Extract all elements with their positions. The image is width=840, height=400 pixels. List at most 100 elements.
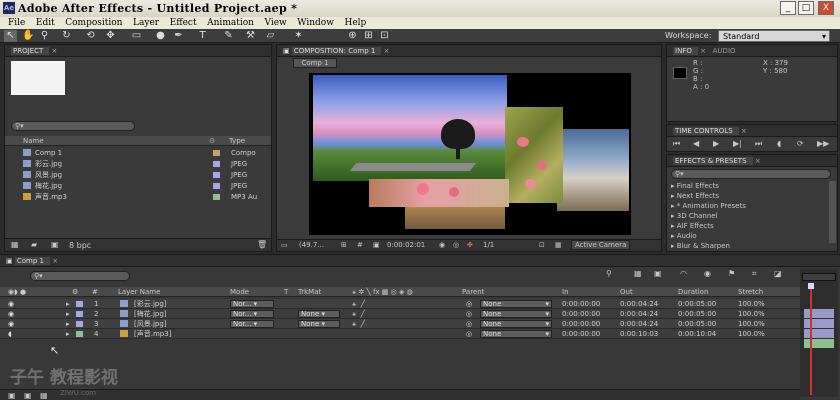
mode-dropdown[interactable]: Nor... ▾ xyxy=(230,310,274,318)
audio-icon[interactable]: ◖ xyxy=(777,138,781,150)
pickwhip-icon[interactable]: ◎ xyxy=(466,329,472,339)
label-color-swatch[interactable] xyxy=(76,301,83,307)
eye-icon[interactable]: ◉ xyxy=(8,319,14,329)
effects-search-input[interactable]: ⚲▾ xyxy=(671,169,831,179)
layer-in[interactable]: 0:00:00:00 xyxy=(562,309,600,319)
expand-transfer-controls-icon[interactable]: ▣ xyxy=(24,391,32,400)
draft-3d-icon[interactable]: ▦ xyxy=(634,269,642,278)
speaker-icon[interactable]: ◖ xyxy=(8,329,12,339)
expand-triangle-icon[interactable]: ▸ xyxy=(66,309,70,319)
layer-name[interactable]: [声音.mp3] xyxy=(134,329,171,339)
close-icon[interactable]: × xyxy=(741,127,747,135)
layer-name[interactable]: [风景.jpg] xyxy=(134,319,167,329)
layer-duration[interactable]: 0:00:05:00 xyxy=(678,299,716,309)
layer-stretch[interactable]: 100.0% xyxy=(738,309,765,319)
layer-in[interactable]: 0:00:00:00 xyxy=(562,299,600,309)
camera-view-dropdown[interactable]: Active Camera xyxy=(571,240,631,250)
channel-icon[interactable]: ✤ xyxy=(467,241,473,249)
workspace-dropdown[interactable]: Standard ▾ xyxy=(718,30,830,42)
resolution-dropdown[interactable]: 1/1 xyxy=(483,241,494,249)
maximize-button[interactable]: □ xyxy=(798,1,814,15)
comp-subtab[interactable]: Comp 1 xyxy=(293,58,337,68)
label-column-icon[interactable]: ⚙ xyxy=(72,287,78,297)
orbit-camera-tool-icon[interactable]: ⟲ xyxy=(84,30,97,42)
layer-bar-3[interactable] xyxy=(804,329,834,338)
column-type[interactable]: Type xyxy=(229,136,245,146)
expand-in-out-icon[interactable]: ▦ xyxy=(40,391,48,400)
effects-category[interactable]: ▸ Next Effects xyxy=(671,191,827,201)
close-icon[interactable]: × xyxy=(384,47,390,55)
tab-comp1[interactable]: Comp 1 xyxy=(14,257,50,265)
column-duration[interactable]: Duration xyxy=(678,287,708,297)
menu-effect[interactable]: Effect xyxy=(170,17,197,29)
layer-out[interactable]: 0:00:04:24 xyxy=(620,299,658,309)
text-tool-icon[interactable]: T xyxy=(196,30,209,42)
trkmat-dropdown[interactable]: None ▾ xyxy=(298,320,340,328)
label-color-swatch[interactable] xyxy=(76,331,83,337)
expand-layer-switches-icon[interactable]: ▣ xyxy=(8,391,16,400)
motion-blur-icon[interactable]: ◉ xyxy=(704,269,711,278)
mask-visibility-icon[interactable]: ▣ xyxy=(373,241,380,249)
label-color-swatch[interactable] xyxy=(213,150,220,156)
effects-scrollbar[interactable] xyxy=(829,181,836,243)
pickwhip-icon[interactable]: ◎ xyxy=(466,299,472,309)
layer-bar-1[interactable] xyxy=(804,309,834,318)
current-time-indicator[interactable] xyxy=(810,287,812,395)
effects-category[interactable]: ▸ Audio xyxy=(671,231,827,241)
safe-zones-icon[interactable]: ⊞ xyxy=(341,241,347,249)
selection-tool-icon[interactable]: ↖ xyxy=(4,30,17,42)
time-navigator[interactable] xyxy=(802,273,836,281)
eye-icon[interactable]: ◉ xyxy=(8,309,14,319)
brush-tool-icon[interactable]: ✎ xyxy=(222,30,235,42)
column-num[interactable]: # xyxy=(92,287,98,297)
switches[interactable]: ⚹ ╱ xyxy=(352,319,365,329)
layer-stretch[interactable]: 100.0% xyxy=(738,329,765,339)
minimize-button[interactable]: _ xyxy=(780,1,796,15)
project-item[interactable]: Comp 1 Compo xyxy=(5,148,271,158)
column-in[interactable]: In xyxy=(562,287,569,297)
layer-bar-4[interactable] xyxy=(804,339,834,348)
layer-name[interactable]: [彩云.jpg] xyxy=(134,299,167,309)
first-frame-icon[interactable]: ⏮ xyxy=(673,138,680,150)
parent-dropdown[interactable]: None ▾ xyxy=(480,300,552,308)
zoom-tool-icon[interactable]: ⚲ xyxy=(38,30,51,42)
pickwhip-icon[interactable]: ◎ xyxy=(466,319,472,329)
layer-in[interactable]: 0:00:00:00 xyxy=(562,319,600,329)
layer-in[interactable]: 0:00:00:00 xyxy=(562,329,600,339)
menu-view[interactable]: View xyxy=(264,17,286,29)
column-t[interactable]: T xyxy=(284,287,288,297)
column-out[interactable]: Out xyxy=(620,287,633,297)
trash-icon[interactable]: 🗑 xyxy=(257,240,267,249)
tab-time-controls[interactable]: TIME CONTROLS xyxy=(673,127,739,135)
layer-out[interactable]: 0:00:04:24 xyxy=(620,319,658,329)
project-item[interactable]: 梅花.jpg JPEG xyxy=(5,181,271,191)
always-preview-icon[interactable]: ▭ xyxy=(281,241,288,249)
timeline-search-input[interactable]: ⚲▾ xyxy=(30,271,130,281)
hand-tool-icon[interactable]: ✋ xyxy=(22,30,35,42)
rectangle-mask-tool-icon[interactable]: ▭ xyxy=(130,30,143,42)
av-features-icon[interactable]: ◉◗ ● xyxy=(8,287,26,297)
mode-dropdown[interactable]: Nor... ▾ xyxy=(230,320,274,328)
menu-edit[interactable]: Edit xyxy=(36,17,55,29)
label-color-swatch[interactable] xyxy=(213,183,220,189)
axis-view-icon[interactable]: ⊡ xyxy=(378,30,391,42)
playhead-handle[interactable] xyxy=(808,283,814,289)
timeline-layer-row[interactable]: ◉ ▸ 1 [彩云.jpg] Nor... ▾ ⚹ ╱ ◎ None ▾ 0:00:00:00 0:… xyxy=(0,299,800,309)
label-color-swatch[interactable] xyxy=(76,321,83,327)
magnification-dropdown[interactable]: (49.7... xyxy=(299,241,324,249)
column-trkmat[interactable]: TrkMat xyxy=(298,287,321,297)
label-color-swatch[interactable] xyxy=(76,311,83,317)
layer-duration[interactable]: 0:00:10:04 xyxy=(678,329,716,339)
tab-composition[interactable]: COMPOSITION: Comp 1 xyxy=(291,47,382,55)
close-icon[interactable]: × xyxy=(52,257,58,265)
effects-category[interactable]: ▸ Blur & Sharpen xyxy=(671,241,827,249)
layer-bar-2[interactable] xyxy=(804,319,834,328)
ellipse-tool-icon[interactable]: ● xyxy=(154,30,167,42)
effects-category[interactable]: ▸ Final Effects xyxy=(671,181,827,191)
composition-viewer[interactable] xyxy=(309,73,631,235)
close-icon[interactable]: × xyxy=(51,47,57,55)
interpret-footage-icon[interactable]: ▦ xyxy=(11,240,19,249)
menu-file[interactable]: File xyxy=(8,17,25,29)
column-mode[interactable]: Mode xyxy=(230,287,249,297)
column-name[interactable]: Name xyxy=(23,136,44,146)
